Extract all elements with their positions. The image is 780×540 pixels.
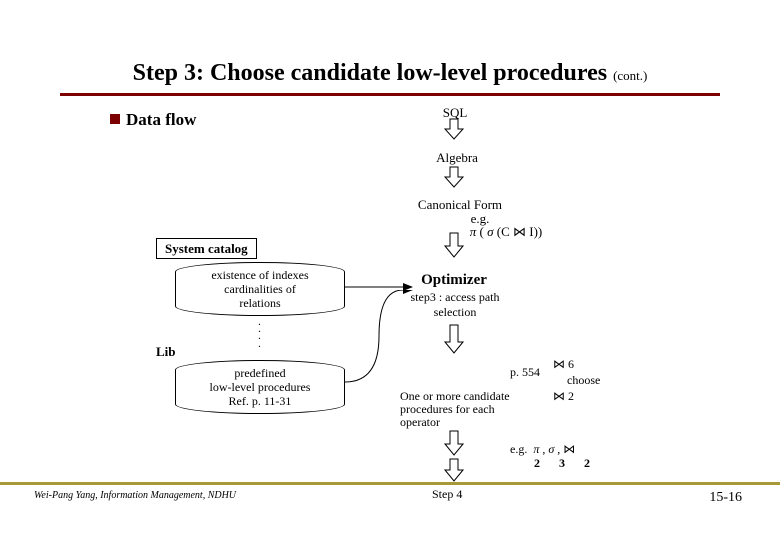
arrow-icon: [444, 166, 464, 188]
arrow-icon: [444, 430, 464, 456]
label-lib: Lib: [156, 344, 176, 360]
label-eg2: e.g. π , σ , ⋈: [510, 442, 575, 457]
card-line: cardinalities of: [180, 283, 340, 297]
card-line: relations: [180, 297, 340, 311]
label-eg-expr: π ( σ (C ⋈ I)): [456, 224, 556, 240]
card-line: existence of indexes: [180, 269, 340, 283]
title-cont: (cont.): [613, 68, 647, 83]
bullet-data-flow: Data flow: [110, 110, 196, 130]
card-line: low-level procedures: [180, 381, 340, 395]
vertical-dots-icon: ....: [258, 318, 261, 347]
card-line: Ref. p. 11-31: [180, 395, 340, 409]
system-catalog-header: System catalog: [156, 238, 257, 259]
label-optimizer: Optimizer: [414, 272, 494, 289]
join-6: 6: [568, 357, 574, 371]
footer-rule: [0, 482, 780, 485]
footer-page: 15-16: [709, 490, 742, 506]
label-optimizer-sub: step3 : access path selection: [410, 290, 500, 320]
slide-title: Step 3: Choose candidate low-level proce…: [0, 0, 780, 93]
label-choose: choose: [553, 372, 600, 388]
join-2: 2: [568, 389, 574, 403]
bullet-text: Data flow: [126, 110, 196, 129]
eg2-label: e.g.: [510, 442, 527, 456]
label-step4: Step 4: [432, 487, 462, 502]
card-lib-procedures: predefined low-level procedures Ref. p. …: [175, 360, 345, 414]
footer-author: Wei-Pang Yang, Information Management, N…: [34, 490, 236, 501]
bullet-icon: [110, 114, 120, 124]
card-line: predefined: [180, 367, 340, 381]
label-algebra: Algebra: [422, 150, 492, 166]
label-eg2-nums: 2 3 2: [534, 456, 598, 471]
title-text: Step 3: Choose candidate low-level proce…: [133, 60, 607, 86]
title-rule: [60, 93, 720, 96]
label-p554: p. 554: [510, 365, 540, 380]
arrow-icon: [444, 232, 464, 258]
card-catalog-info: existence of indexes cardinalities of re…: [175, 262, 345, 316]
join-choose-block: ⋈ 6 choose ⋈ 2: [553, 356, 600, 405]
arrow-icon: [444, 118, 464, 140]
connector-line-lower: [345, 290, 415, 390]
arrow-icon: [444, 458, 464, 482]
label-candidate-procs: One or more candidate procedures for eac…: [400, 390, 520, 430]
arrow-icon: [444, 324, 464, 354]
